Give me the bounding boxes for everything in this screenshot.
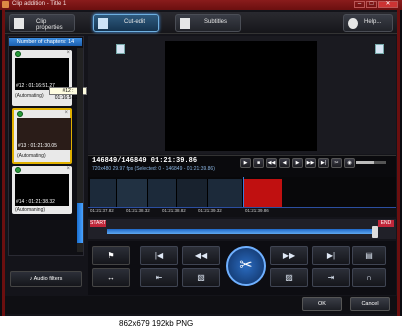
app-icon	[2, 1, 9, 8]
remove-before-button[interactable]: ▧	[182, 268, 220, 287]
chapter-item[interactable]: × #14 : 01:21:38.32 (Automaning)	[12, 166, 72, 214]
window-title: Clip addition - Title 1	[12, 1, 67, 7]
close-icon[interactable]: ×	[64, 110, 68, 116]
next-chapter-icon[interactable]: ▶|	[318, 158, 329, 168]
step-forward-icon[interactable]: ▶	[292, 158, 303, 168]
ruler-tick: 01:21:37.82	[90, 208, 114, 213]
scissors-small-icon[interactable]: ✂	[331, 158, 342, 168]
video-preview[interactable]	[165, 41, 317, 151]
ok-button[interactable]: OK	[302, 297, 342, 311]
chapter-note: (Automating)	[15, 93, 44, 99]
chapter-note: (Automating)	[17, 153, 46, 159]
minimize-button[interactable]: –	[354, 1, 365, 8]
ruler-tick: 01:21:39.86	[245, 208, 269, 213]
stop-icon[interactable]: ■	[253, 158, 264, 168]
trim-track[interactable]	[107, 229, 377, 234]
audio-filters-button[interactable]: ♪ Audio filters	[10, 271, 82, 287]
cancel-button[interactable]: Cancel	[350, 297, 390, 311]
mark-in-button[interactable]: |◀	[140, 246, 178, 265]
image-caption: 862x679 192kb PNG	[119, 319, 194, 328]
close-icon[interactable]: ×	[66, 50, 70, 56]
chapter-count-header: Number of chapters: 14	[9, 38, 82, 46]
volume-level	[356, 161, 374, 164]
ruler-tick: 01:21:39.32	[198, 208, 222, 213]
chapter-marker-icon	[17, 111, 23, 117]
jump-start-button[interactable]: ◀◀	[182, 246, 220, 265]
maximize-button[interactable]: □	[366, 1, 377, 8]
chapter-scrollbar-thumb[interactable]	[77, 203, 83, 243]
set-end-bracket-icon[interactable]	[375, 44, 384, 54]
help-icon	[348, 18, 358, 29]
volume-icon[interactable]: ◉	[344, 158, 355, 168]
timeline-frame	[208, 179, 243, 207]
chapter-marker-icon	[15, 51, 21, 57]
chapter-timecode: #13 : 01:21:30.05	[18, 143, 57, 149]
skip-forward-icon[interactable]: ▶▶	[305, 158, 316, 168]
end-marker[interactable]: END	[378, 220, 394, 227]
close-icon[interactable]: ×	[66, 166, 70, 172]
end-marker-region	[244, 179, 282, 207]
subtitles-icon	[180, 18, 190, 29]
chapter-note: (Automaning)	[15, 207, 46, 213]
window-title-bar: Clip addition - Title 1 – □ ✕	[0, 0, 402, 10]
trim-handle[interactable]	[372, 226, 378, 238]
chapter-item-selected[interactable]: × #13 : 01:21:30.05 (Automating)	[12, 108, 72, 164]
audio-filters-label: Audio filters	[33, 276, 63, 282]
add-chapter-flag-button[interactable]: ⚑	[92, 246, 130, 265]
top-toolbar: Clip properties Cut-edit Subtitles Help.…	[5, 12, 397, 34]
cut-edit-tab[interactable]: Cut-edit	[93, 14, 159, 32]
set-start-flag-icon[interactable]	[116, 44, 125, 54]
document-icon	[14, 18, 24, 29]
film-icon	[98, 18, 108, 29]
subtitles-label: Subtitles	[204, 19, 228, 25]
help-label: Help...	[364, 19, 382, 25]
frame-counter: 146849/146849 01:21:39.86	[92, 157, 198, 165]
timeline-frame	[117, 179, 148, 207]
ruler-tick: 01:21:38.32	[126, 208, 150, 213]
start-marker[interactable]: START	[90, 220, 106, 227]
help-button[interactable]: Help...	[343, 14, 393, 32]
play-icon[interactable]: ▶	[240, 158, 251, 168]
ruler-tick: 01:21:38.82	[162, 208, 186, 213]
timeline-frame	[90, 179, 117, 207]
timeline-frame	[148, 179, 177, 207]
set-start-button[interactable]: ⇤	[140, 268, 178, 287]
image-caption-bar: 862x679 192kb PNG	[0, 316, 402, 332]
magnet-icon[interactable]: ∩	[352, 268, 386, 287]
mark-out-button[interactable]: ▶|	[312, 246, 350, 265]
cut-edit-label: Cut-edit	[124, 19, 146, 25]
set-end-button[interactable]: ⇥	[312, 268, 350, 287]
split-range-button[interactable]: ↔	[92, 268, 130, 287]
timeline-frame	[177, 179, 208, 207]
subtitles-tab[interactable]: Subtitles	[175, 14, 241, 32]
video-meta: 720x480 29.97 fps (Selected: 0 - 146849 …	[92, 166, 215, 172]
clip-properties-label: Clip properties	[36, 19, 63, 31]
step-back-icon[interactable]: ◀	[279, 158, 290, 168]
chapter-timecode: #14 : 01:21:38.32	[16, 199, 55, 205]
chapter-marker-icon	[15, 167, 21, 173]
save-icon[interactable]: ▤	[352, 246, 386, 265]
close-button[interactable]: ✕	[378, 1, 398, 8]
skip-back-icon[interactable]: ◀◀	[266, 158, 277, 168]
jump-end-button[interactable]: ▶▶	[270, 246, 308, 265]
cut-scissors-icon[interactable]: ✂	[226, 246, 266, 286]
clip-properties-button[interactable]: Clip properties	[9, 14, 75, 32]
remove-after-button[interactable]: ▨	[270, 268, 308, 287]
